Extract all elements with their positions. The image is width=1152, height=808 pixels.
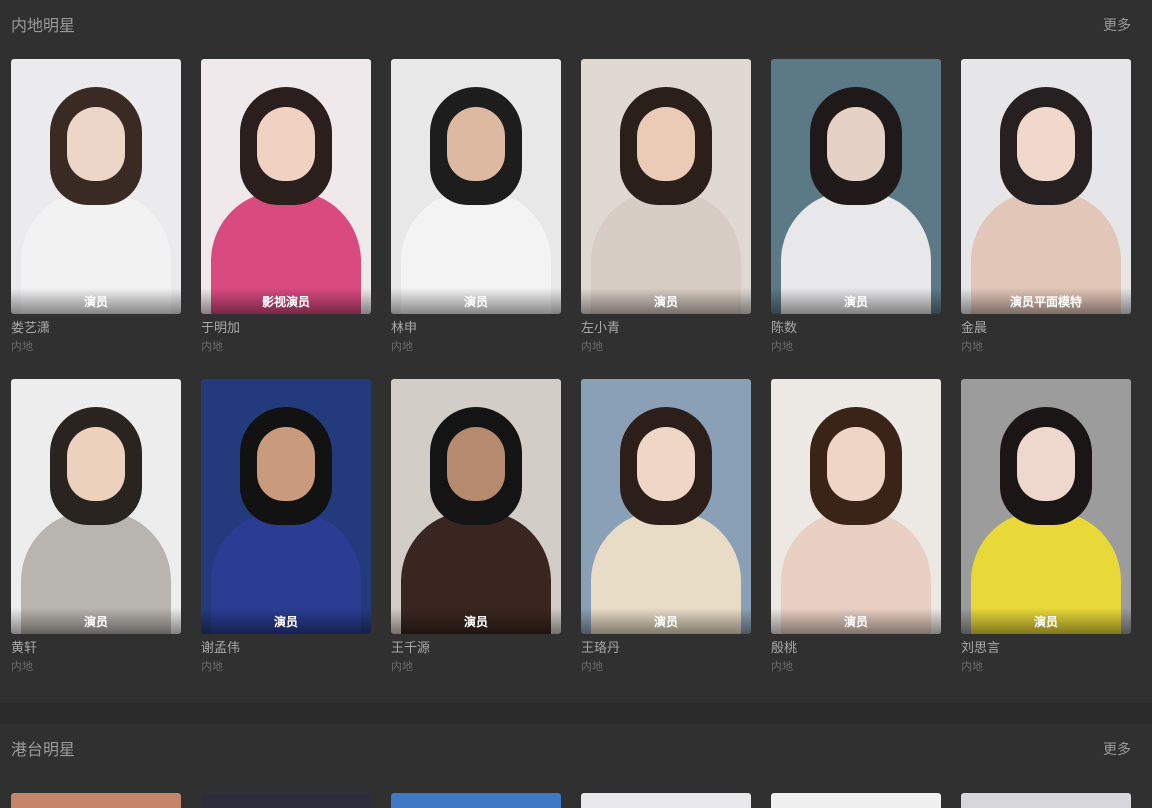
star-card[interactable]: 演员平面模特金晨内地 (961, 59, 1131, 379)
star-role: 演员 (83, 295, 108, 309)
star-photo[interactable] (581, 793, 751, 808)
star-card[interactable]: 演员王千源内地 (391, 379, 561, 699)
star-role: 演员 (843, 295, 868, 309)
star-photo[interactable]: 影视演员 (201, 59, 371, 314)
star-name[interactable]: 王千源 (391, 640, 561, 657)
star-region: 内地 (771, 660, 793, 673)
figure-face (637, 427, 695, 501)
star-photo[interactable] (391, 793, 561, 808)
star-role: 演员 (463, 615, 488, 629)
star-name[interactable]: 陈数 (771, 320, 941, 337)
figure-face (827, 427, 885, 501)
star-name[interactable]: 殷桃 (771, 640, 941, 657)
star-role: 演员 (463, 295, 488, 309)
star-photo[interactable]: 演员 (771, 379, 941, 634)
star-card[interactable]: 演员 陈数 内地 (771, 59, 941, 379)
star-region: 内地 (961, 340, 983, 353)
star-region: 内地 (961, 660, 983, 673)
star-name[interactable]: 娄艺潇 (11, 320, 181, 337)
star-name[interactable]: 左小青 (581, 320, 751, 337)
figure-face (67, 427, 125, 501)
star-name[interactable]: 刘思言 (961, 640, 1131, 657)
more-link[interactable]: 更多 (1103, 17, 1131, 35)
star-card[interactable]: 演员左小青内地 (581, 59, 751, 379)
star-photo[interactable] (771, 793, 941, 808)
star-photo[interactable]: 演员 (961, 379, 1131, 634)
section-hk-tw-stars: 港台明星 更多 (0, 724, 1152, 808)
star-photo[interactable]: 演员 (391, 379, 561, 634)
star-region: 内地 (391, 340, 413, 353)
star-photo[interactable]: 演员 (11, 59, 181, 314)
star-region: 内地 (581, 660, 603, 673)
star-region: 内地 (201, 340, 223, 353)
star-photo[interactable]: 演员 (581, 379, 751, 634)
section-mainland-stars: 内地明星 更多 演员 娄艺潇 内地 影视演员 于明加 内地 演员 林申 内地 演员 左小青 内地 演员陈… (0, 0, 1152, 703)
figure-face (827, 107, 885, 181)
star-photo[interactable]: 演员 (391, 59, 561, 314)
star-photo[interactable] (201, 793, 371, 808)
star-name[interactable]: 金晨 (961, 320, 1131, 337)
star-card[interactable]: 演员王珞丹内地 (581, 379, 751, 699)
star-name[interactable]: 王珞丹 (581, 640, 751, 657)
star-role: 演员 (273, 615, 298, 629)
section-title: 港台明星 (11, 740, 76, 759)
star-card[interactable]: 演员黄轩内地 (11, 379, 181, 699)
star-role: 演员 (653, 615, 678, 629)
star-region: 内地 (391, 660, 413, 673)
star-photo[interactable]: 演员 (11, 379, 181, 634)
star-photo[interactable] (961, 793, 1131, 808)
star-card[interactable]: 演员 谢孟伟 内地 (201, 379, 371, 699)
star-role: 演员 (1033, 615, 1058, 629)
figure-face (1017, 107, 1075, 181)
star-card[interactable]: 影视演员于明加内地 (201, 59, 371, 379)
star-photo[interactable]: 演员 (201, 379, 371, 634)
figure-face (257, 107, 315, 181)
figure-face (447, 107, 505, 181)
star-region: 内地 (11, 340, 33, 353)
star-role: 演员 (83, 615, 108, 629)
more-link[interactable]: 更多 (1103, 741, 1131, 759)
star-region: 内地 (771, 340, 793, 353)
star-photo[interactable]: 演员 (581, 59, 751, 314)
figure-face (637, 107, 695, 181)
star-role: 影视演员 (261, 295, 310, 309)
star-name[interactable]: 于明加 (201, 320, 371, 337)
star-region: 内地 (11, 660, 33, 673)
star-role: 演员 (843, 615, 868, 629)
figure-face (257, 427, 315, 501)
star-card[interactable]: 演员 殷桃 内地 (771, 379, 941, 699)
section-title: 内地明星 (11, 16, 76, 35)
star-name[interactable]: 谢孟伟 (201, 640, 371, 657)
star-photo[interactable]: 演员 (771, 59, 941, 314)
star-region: 内地 (201, 660, 223, 673)
star-card[interactable]: 演员 娄艺潇 内地 (11, 59, 181, 379)
section-divider (0, 703, 1152, 724)
star-role: 演员 (653, 295, 678, 309)
star-grid: 演员 娄艺潇 内地 影视演员 于明加 内地 演员 林申 内地 演员 左小青 内地 演员 陈数 内地 演员平面模… (11, 59, 1131, 699)
figure-face (447, 427, 505, 501)
star-region: 内地 (581, 340, 603, 353)
star-card[interactable]: 演员 刘思言 内地 (961, 379, 1131, 699)
star-name[interactable]: 黄轩 (11, 640, 181, 657)
star-card[interactable]: 演员林申内地 (391, 59, 561, 379)
star-name[interactable]: 林申 (391, 320, 561, 337)
figure-face (1017, 427, 1075, 501)
figure-face (67, 107, 125, 181)
star-photo[interactable]: 演员平面模特 (961, 59, 1131, 314)
star-photo[interactable] (11, 793, 181, 808)
star-role: 演员平面模特 (1009, 295, 1082, 309)
